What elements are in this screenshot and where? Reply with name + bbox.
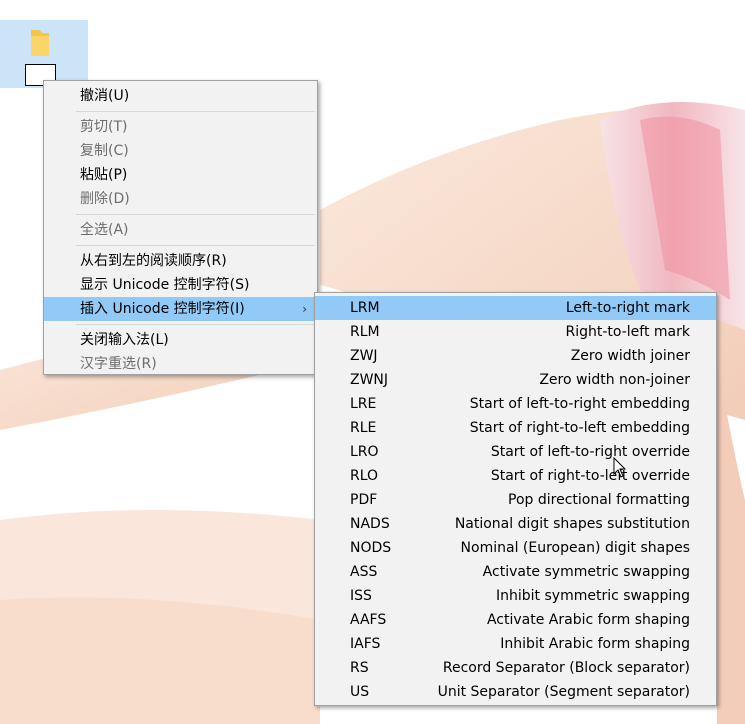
menu-item-copy: 复制(C) [44,139,317,163]
submenu-item-nods[interactable]: NODS Nominal (European) digit shapes [315,536,716,560]
menu-separator [76,111,315,112]
submenu-item-lro[interactable]: LRO Start of left-to-right override [315,440,716,464]
menu-item-cut: 剪切(T) [44,115,317,139]
control-code: RLO [350,468,379,484]
menu-item-label: 插入 Unicode 控制字符(I) [80,301,245,317]
control-description: Start of right-to-left override [490,468,690,484]
control-code: RLE [350,420,377,436]
menu-item-label: 显示 Unicode 控制字符(S) [80,277,250,293]
control-code: PDF [350,492,378,508]
folder-icon[interactable] [28,28,52,58]
menu-item-label: 粘贴(P) [80,167,128,183]
control-description: Unit Separator (Segment separator) [437,684,690,700]
control-code: US [350,684,370,700]
menu-item-select-all: 全选(A) [44,218,317,242]
submenu-item-lrm[interactable]: LRM Left-to-right mark [315,296,716,320]
control-code: RLM [350,324,380,340]
menu-item-close-ime[interactable]: 关闭输入法(L) [44,328,317,352]
menu-item-label: 撤消(U) [80,88,130,104]
menu-item-label: 全选(A) [80,222,129,238]
submenu-item-rlo[interactable]: RLO Start of right-to-left override [315,464,716,488]
control-description: Start of left-to-right embedding [469,396,690,412]
submenu-item-rlm[interactable]: RLM Right-to-left mark [315,320,716,344]
unicode-control-submenu: LRM Left-to-right mark RLM Right-to-left m… [314,292,717,706]
menu-item-label: 从右到左的阅读顺序(R) [80,253,227,269]
control-description: Left-to-right mark [565,300,690,316]
control-code: ZWJ [350,348,378,364]
control-description: Right-to-left mark [565,324,691,340]
submenu-item-nads[interactable]: NADS National digit shapes substitution [315,512,716,536]
submenu-item-ass[interactable]: ASS Activate symmetric swapping [315,560,716,584]
control-code: RS [350,660,369,676]
control-code: ZWNJ [350,372,389,388]
menu-separator [76,324,315,325]
context-menu: 撤消(U) 剪切(T) 复制(C) 粘贴(P) 删除(D) 全选(A) 从右到左… [43,80,318,375]
control-description: Record Separator (Block separator) [442,660,690,676]
submenu-item-zwj[interactable]: ZWJ Zero width joiner [315,344,716,368]
submenu-item-pdf[interactable]: PDF Pop directional formatting [315,488,716,512]
control-code: LRO [350,444,379,460]
menu-separator [76,245,315,246]
control-code: LRM [350,300,380,316]
control-code: ASS [350,564,378,580]
control-code: LRE [350,396,377,412]
menu-item-label: 关闭输入法(L) [80,332,169,348]
control-description: Inhibit Arabic form shaping [500,636,690,652]
control-description: National digit shapes substitution [454,516,690,532]
control-code: IAFS [350,636,381,652]
menu-item-paste[interactable]: 粘贴(P) [44,163,317,187]
submenu-item-lre[interactable]: LRE Start of left-to-right embedding [315,392,716,416]
control-description: Nominal (European) digit shapes [460,540,690,556]
control-code: ISS [350,588,372,604]
control-description: Inhibit symmetric swapping [496,588,690,604]
submenu-item-zwnj[interactable]: ZWNJ Zero width non-joiner [315,368,716,392]
submenu-item-rle[interactable]: RLE Start of right-to-left embedding [315,416,716,440]
submenu-item-rs[interactable]: RS Record Separator (Block separator) [315,656,716,680]
chevron-right-icon: › [302,302,307,316]
control-description: Start of left-to-right override [490,444,690,460]
control-description: Zero width non-joiner [539,372,690,388]
submenu-item-iafs[interactable]: IAFS Inhibit Arabic form shaping [315,632,716,656]
control-description: Activate symmetric swapping [482,564,690,580]
menu-item-undo[interactable]: 撤消(U) [44,84,317,108]
menu-item-label: 剪切(T) [80,119,128,135]
control-description: Activate Arabic form shaping [486,612,690,628]
control-code: AAFS [350,612,387,628]
control-description: Pop directional formatting [508,492,690,508]
mouse-pointer-icon [613,456,627,479]
menu-item-label: 删除(D) [80,191,130,207]
submenu-item-aafs[interactable]: AAFS Activate Arabic form shaping [315,608,716,632]
menu-item-rtl-reading-order[interactable]: 从右到左的阅读顺序(R) [44,249,317,273]
menu-item-show-unicode-control[interactable]: 显示 Unicode 控制字符(S) [44,273,317,297]
menu-separator [76,214,315,215]
submenu-item-us[interactable]: US Unit Separator (Segment separator) [315,680,716,704]
control-description: Zero width joiner [570,348,690,364]
menu-item-delete: 删除(D) [44,187,317,211]
submenu-item-iss[interactable]: ISS Inhibit symmetric swapping [315,584,716,608]
control-code: NODS [350,540,392,556]
menu-item-label: 复制(C) [80,143,129,159]
control-code: NADS [350,516,390,532]
menu-item-label: 汉字重选(R) [80,356,157,372]
control-description: Start of right-to-left embedding [469,420,690,436]
menu-item-reconvert: 汉字重选(R) [44,352,317,376]
menu-item-insert-unicode-control[interactable]: 插入 Unicode 控制字符(I) › [44,297,317,321]
